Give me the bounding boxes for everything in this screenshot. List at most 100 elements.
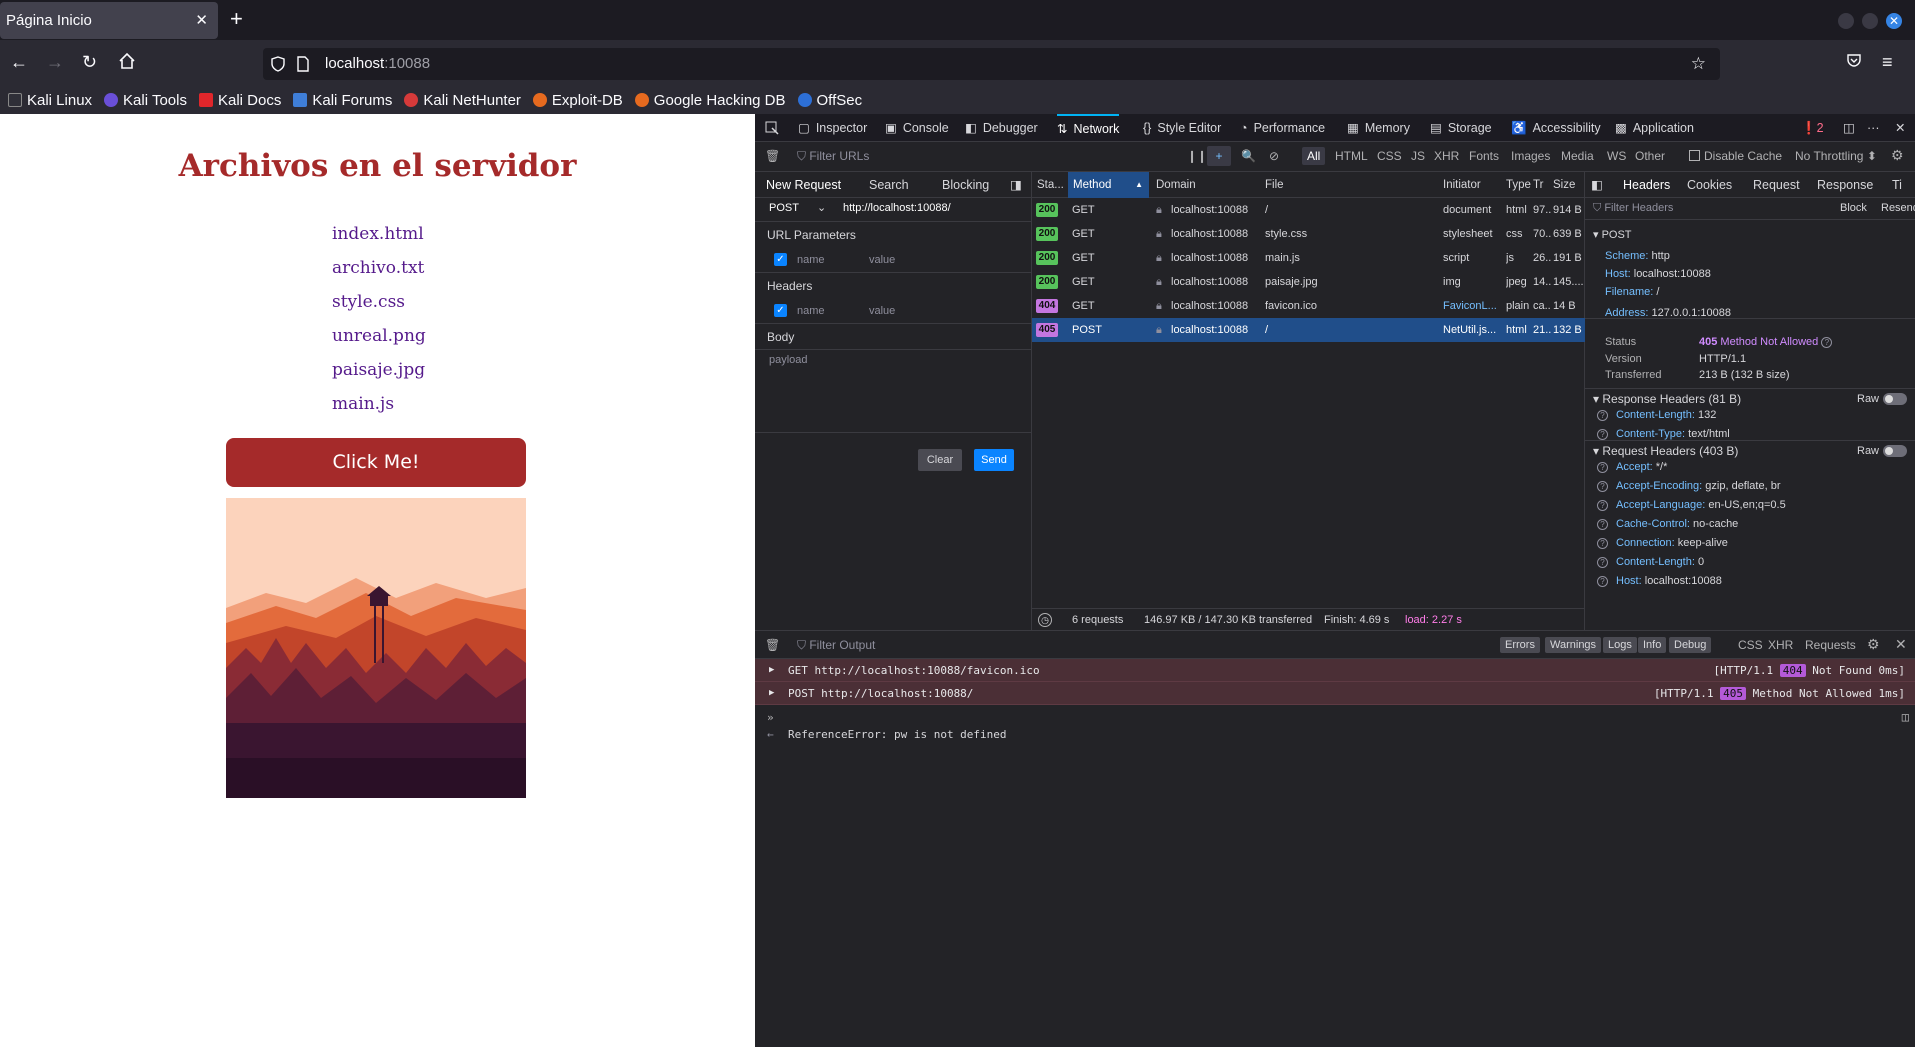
header-name-input[interactable]: name <box>797 305 825 317</box>
more-options-icon[interactable]: ··· <box>1867 114 1880 142</box>
minimize-button[interactable] <box>1838 13 1854 29</box>
filter-logs[interactable]: Logs <box>1603 637 1637 653</box>
column-transferred[interactable]: Tr <box>1533 172 1543 198</box>
param-checkbox[interactable]: ✓ <box>774 253 787 266</box>
filter-errors[interactable]: Errors <box>1500 637 1540 653</box>
trash-icon[interactable]: 🗑 <box>765 149 780 163</box>
search-icon[interactable]: 🔍 <box>1241 149 1256 163</box>
request-row[interactable]: 404 GET 🔒︎ localhost:10088 favicon.ico Favico… <box>1032 294 1585 318</box>
performance-icon[interactable]: ◷ <box>1038 613 1052 627</box>
help-icon[interactable]: ? <box>1597 481 1608 492</box>
bookmark-offsec[interactable]: OffSec <box>797 92 862 109</box>
window-close-button[interactable]: ✕ <box>1886 13 1902 29</box>
raw-toggle[interactable] <box>1883 393 1907 405</box>
settings-gear-icon[interactable]: ⚙ <box>1891 147 1904 164</box>
sidebar-toggle-icon[interactable]: ◨ <box>1010 172 1022 198</box>
reload-icon[interactable]: ↻ <box>82 52 97 72</box>
filter-info[interactable]: Info <box>1638 637 1667 653</box>
send-button[interactable]: Send <box>974 449 1014 471</box>
tab-style-editor[interactable]: {} Style Editor <box>1143 114 1221 142</box>
header-item[interactable]: ? Connection: keep-alive <box>1597 537 1728 549</box>
home-icon[interactable] <box>118 52 136 74</box>
filter-css[interactable]: CSS <box>1377 149 1402 163</box>
tab-debugger[interactable]: ◧ Debugger <box>965 114 1038 142</box>
file-link[interactable]: style.css <box>332 292 405 312</box>
error-count-badge[interactable]: ❗2 <box>1801 114 1824 142</box>
help-icon[interactable]: ? <box>1597 576 1608 587</box>
bookmark-kali-docs[interactable]: Kali Docs <box>198 92 281 109</box>
filter-media[interactable]: Media <box>1561 149 1594 163</box>
console-message[interactable]: ▶ POST http://localhost:10088/ [HTTP/1.1… <box>755 682 1915 705</box>
help-icon[interactable]: ? <box>1597 429 1608 440</box>
filter-other[interactable]: Other <box>1635 149 1665 163</box>
request-row[interactable]: 405 POST 🔒︎ localhost:10088 / NetUtil.js... ht… <box>1032 318 1585 342</box>
column-status[interactable]: Sta... <box>1037 172 1064 198</box>
param-value-input[interactable]: value <box>869 254 895 266</box>
column-method[interactable]: Method ▲ <box>1068 172 1149 198</box>
expand-arrow-icon[interactable]: ▶ <box>769 682 774 705</box>
header-item[interactable]: ? Accept: */* <box>1597 461 1667 473</box>
file-link[interactable]: index.html <box>332 224 424 244</box>
column-domain[interactable]: Domain <box>1156 172 1196 198</box>
response-headers-section[interactable]: ▾ Response Headers (81 B) Raw <box>1585 388 1915 408</box>
bookmark-kali-linux[interactable]: Kali Linux <box>8 92 92 109</box>
pause-icon[interactable]: ❙❙ <box>1187 149 1207 163</box>
close-split-console-icon[interactable]: ✕ <box>1895 636 1907 653</box>
pocket-icon[interactable] <box>1846 52 1862 72</box>
tab-request[interactable]: Request <box>1753 172 1800 198</box>
resend-button[interactable]: Resend <box>1881 202 1915 214</box>
url-text[interactable]: localhost:10088 <box>325 48 430 80</box>
help-icon[interactable]: ? <box>1597 557 1608 568</box>
filter-js[interactable]: JS <box>1411 149 1425 163</box>
header-value-input[interactable]: value <box>869 305 895 317</box>
bookmark-kali-tools[interactable]: Kali Tools <box>104 92 187 109</box>
filter-requests[interactable]: Requests <box>1805 638 1856 652</box>
filter-debug[interactable]: Debug <box>1669 637 1712 653</box>
summary-toggle[interactable]: ▾ POST <box>1593 228 1632 241</box>
browser-tab[interactable]: Página Inicio ✕ <box>0 2 218 39</box>
column-type[interactable]: Type <box>1506 172 1531 198</box>
chevron-down-icon[interactable]: ⌄ <box>817 201 826 214</box>
file-link[interactable]: archivo.txt <box>332 258 424 278</box>
request-row[interactable]: 200 GET 🔒︎ localhost:10088 / document html 97..… <box>1032 198 1585 222</box>
tab-application[interactable]: ▩ Application <box>1615 114 1694 142</box>
toggle-sidebar-icon[interactable]: ◧ <box>1591 172 1603 198</box>
disable-cache-checkbox[interactable]: Disable Cache <box>1689 149 1782 163</box>
filter-headers-input[interactable]: ⛉ Filter Headers <box>1593 202 1673 215</box>
bookmark-kali-forums[interactable]: Kali Forums <box>293 92 392 109</box>
pick-element-icon[interactable] <box>765 121 779 138</box>
tab-headers[interactable]: Headers <box>1623 172 1670 198</box>
tab-storage[interactable]: ▤ Storage <box>1430 114 1492 142</box>
dock-icon[interactable]: ◫ <box>1843 114 1855 142</box>
page-icon[interactable] <box>297 56 309 77</box>
tab-search[interactable]: Search <box>869 172 909 198</box>
filter-urls-input[interactable]: ⛉ Filter URLs <box>797 149 869 164</box>
request-headers-section[interactable]: ▾ Request Headers (403 B) Raw <box>1585 440 1915 460</box>
filter-fonts[interactable]: Fonts <box>1469 149 1499 163</box>
tab-accessibility[interactable]: ♿ Accessibility <box>1511 114 1601 142</box>
tab-response[interactable]: Response <box>1817 172 1873 198</box>
filter-xhr[interactable]: XHR <box>1768 638 1793 652</box>
header-item[interactable]: ? Content-Length: 0 <box>1597 556 1704 568</box>
header-item[interactable]: ? Content-Type: text/html <box>1597 428 1730 440</box>
help-icon[interactable]: ? <box>1597 519 1608 530</box>
file-link[interactable]: main.js <box>332 394 394 414</box>
filter-css[interactable]: CSS <box>1738 638 1763 652</box>
new-request-icon[interactable]: + <box>1207 146 1231 166</box>
bookmark-exploit-db[interactable]: Exploit-DB <box>532 92 623 109</box>
method-select[interactable]: POST <box>769 202 799 214</box>
payload-textarea[interactable]: payload <box>769 354 808 366</box>
help-icon[interactable]: ? <box>1597 500 1608 511</box>
maximize-button[interactable] <box>1862 13 1878 29</box>
request-row[interactable]: 200 GET 🔒︎ localhost:10088 main.js script js 26… <box>1032 246 1585 270</box>
trash-icon[interactable]: 🗑 <box>765 638 780 652</box>
filter-warnings[interactable]: Warnings <box>1545 637 1602 653</box>
help-icon[interactable]: ? <box>1597 462 1608 473</box>
shield-icon[interactable] <box>271 56 285 77</box>
file-link[interactable]: unreal.png <box>332 326 426 346</box>
url-bar[interactable]: localhost:10088 ☆ <box>263 48 1720 80</box>
tab-inspector[interactable]: ▢ Inspector <box>798 114 867 142</box>
column-size[interactable]: Size <box>1553 172 1575 198</box>
tab-network[interactable]: ⇅ Network <box>1057 114 1120 142</box>
column-initiator[interactable]: Initiator <box>1443 172 1481 198</box>
